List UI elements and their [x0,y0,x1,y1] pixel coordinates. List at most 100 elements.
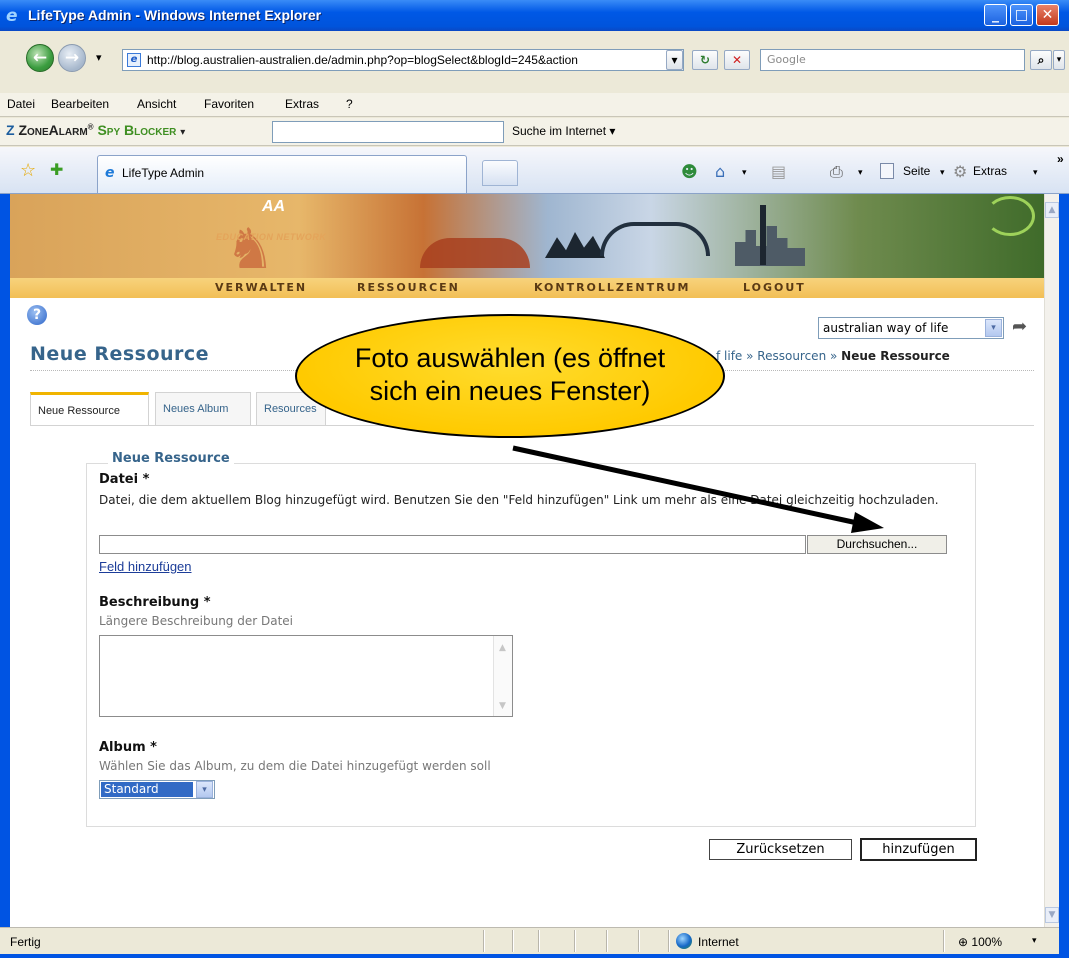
add-favorite-icon[interactable]: ✚ [50,160,63,179]
nav-ressourcen[interactable]: RESSOURCEN [357,281,460,294]
search-input[interactable]: Google [760,49,1025,71]
status-bar [0,927,1059,954]
search-icon[interactable]: ⌕ [1030,50,1052,70]
back-button[interactable]: ← [26,44,54,72]
fern-image [985,196,1035,236]
close-button[interactable]: ✕ [1036,4,1059,26]
messenger-icon[interactable]: ☻ [681,162,698,182]
refresh-button[interactable]: ↻ [692,50,718,70]
page-menu-dropdown[interactable]: ▾ [940,167,945,178]
browse-button[interactable]: Durchsuchen... [807,535,947,554]
fieldset-legend: Neue Ressource [108,451,234,466]
blog-select-chevron-down-icon[interactable]: ▾ [985,319,1002,337]
menu-ansicht[interactable]: Ansicht [137,97,176,111]
extras-dropdown[interactable]: ▾ [1033,167,1038,178]
textarea-scroll-down-icon[interactable]: ▼ [494,698,511,714]
education-network-logo-text: EDUCATION NETWORK [216,232,327,242]
harbour-bridge-image [600,222,710,256]
browser-tab-lifetype-admin[interactable]: LifeType Admin [97,155,467,193]
page-menu-button[interactable]: Seite [903,164,930,178]
tab-ie-icon: e [105,165,115,181]
feeds-icon[interactable]: ▤ [771,162,786,182]
page-scrollbar[interactable] [1044,194,1059,927]
address-dropdown-button[interactable]: ▾ [666,50,683,70]
menu-help[interactable]: ? [346,97,353,111]
status-separator [538,930,540,952]
new-tab-button[interactable] [482,160,518,186]
window-frame-left [0,194,10,927]
address-input[interactable]: http://blog.australien-australien.de/adm… [122,49,684,71]
status-separator [668,930,670,952]
callout-line-1: Foto auswählen (es öffnet [354,343,666,373]
breadcrumb: f life » Ressourcen » Neue Ressource [716,349,950,363]
zonealarm-z-icon: Z [6,122,15,138]
menu-favoriten[interactable]: Favoriten [204,97,254,111]
file-path-input[interactable] [99,535,806,554]
window-title: LifeType Admin - Windows Internet Explor… [28,7,322,23]
go-arrow-icon[interactable]: ➦ [1012,316,1027,337]
zoom-level[interactable]: ⊕ 100% [958,935,1002,949]
tab-neue-ressource[interactable]: Neue Ressource [30,392,149,425]
add-field-link[interactable]: Feld hinzufügen [99,559,192,574]
stop-button[interactable]: ✕ [724,50,750,70]
forward-button[interactable]: → [58,44,86,72]
breadcrumb-current: Neue Ressource [841,349,950,363]
recent-pages-dropdown[interactable]: ▾ [96,51,102,64]
callout-line-2: sich ein neues Fenster) [369,376,651,406]
album-chevron-down-icon[interactable]: ▾ [196,781,213,798]
toolbar-overflow-chevron-icon[interactable]: » [1057,152,1064,166]
maximize-button[interactable]: □ [1010,4,1033,26]
extras-menu-button[interactable]: Extras [973,164,1007,178]
search-options-button[interactable]: ▾ [1053,50,1065,70]
zonealarm-logo[interactable]: Z ZoneAlarm® Spy Blocker ▾ [6,122,185,138]
zonealarm-search-input[interactable] [272,121,504,143]
textarea-scroll-up-icon[interactable]: ▲ [494,640,511,656]
status-text: Fertig [10,935,41,949]
callout-bubble: Foto auswählen (es öffnet sich ein neues… [295,314,725,438]
blog-select[interactable]: australian way of life [818,317,1004,339]
favorites-star-icon[interactable]: ☆ [20,160,36,181]
home-dropdown[interactable]: ▾ [742,167,747,178]
album-selected-value[interactable]: Standard [101,782,193,797]
scroll-up-icon[interactable]: ▲ [1045,202,1059,218]
page-menu-icon[interactable] [880,163,894,179]
zonealarm-search-button[interactable]: Suche im Internet ▾ [512,124,615,138]
description-label: Beschreibung * [99,595,211,610]
album-label: Album * [99,740,157,755]
file-description: Datei, die dem aktuellem Blog hinzugefüg… [99,493,939,507]
tab-neues-album[interactable]: Neues Album [155,392,251,425]
home-icon[interactable]: ⌂ [715,162,725,182]
print-dropdown[interactable]: ▾ [858,167,863,178]
description-textarea[interactable] [99,635,513,717]
status-separator [943,930,945,952]
window-frame-bottom [0,954,1069,958]
status-separator [574,930,576,952]
description-hint: Längere Beschreibung der Datei [99,614,293,628]
status-separator [512,930,514,952]
status-separator [606,930,608,952]
security-zone-label[interactable]: Internet [698,935,739,949]
nav-kontrollzentrum[interactable]: KONTROLLZENTRUM [534,281,690,294]
menu-extras[interactable]: Extras [285,97,319,111]
album-hint: Wählen Sie das Album, zu dem die Datei h… [99,759,491,773]
zoom-dropdown[interactable]: ▾ [1032,936,1037,946]
print-icon[interactable]: ⎙ [830,162,843,182]
main-nav [10,278,1044,298]
status-separator [483,930,485,952]
help-icon[interactable]: ? [27,305,47,325]
window-frame-right [1059,194,1069,958]
reset-button[interactable]: Zurücksetzen [709,839,852,860]
minimize-button[interactable]: _ [984,4,1007,26]
add-button[interactable]: hinzufügen [860,838,977,861]
nav-logout[interactable]: LOGOUT [743,281,806,294]
page-title: Neue Ressource [30,343,210,365]
scroll-down-icon[interactable]: ▼ [1045,907,1059,923]
zonealarm-dropdown[interactable]: ▾ [180,127,185,138]
zonealarm-name: ZoneAlarm [18,122,88,138]
status-separator [638,930,640,952]
menu-datei[interactable]: Datei [7,97,35,111]
menu-bearbeiten[interactable]: Bearbeiten [51,97,109,111]
nav-verwalten[interactable]: VERWALTEN [215,281,307,294]
gear-icon[interactable]: ⚙ [953,162,967,182]
breadcrumb-path[interactable]: f life » Ressourcen » [716,349,841,363]
